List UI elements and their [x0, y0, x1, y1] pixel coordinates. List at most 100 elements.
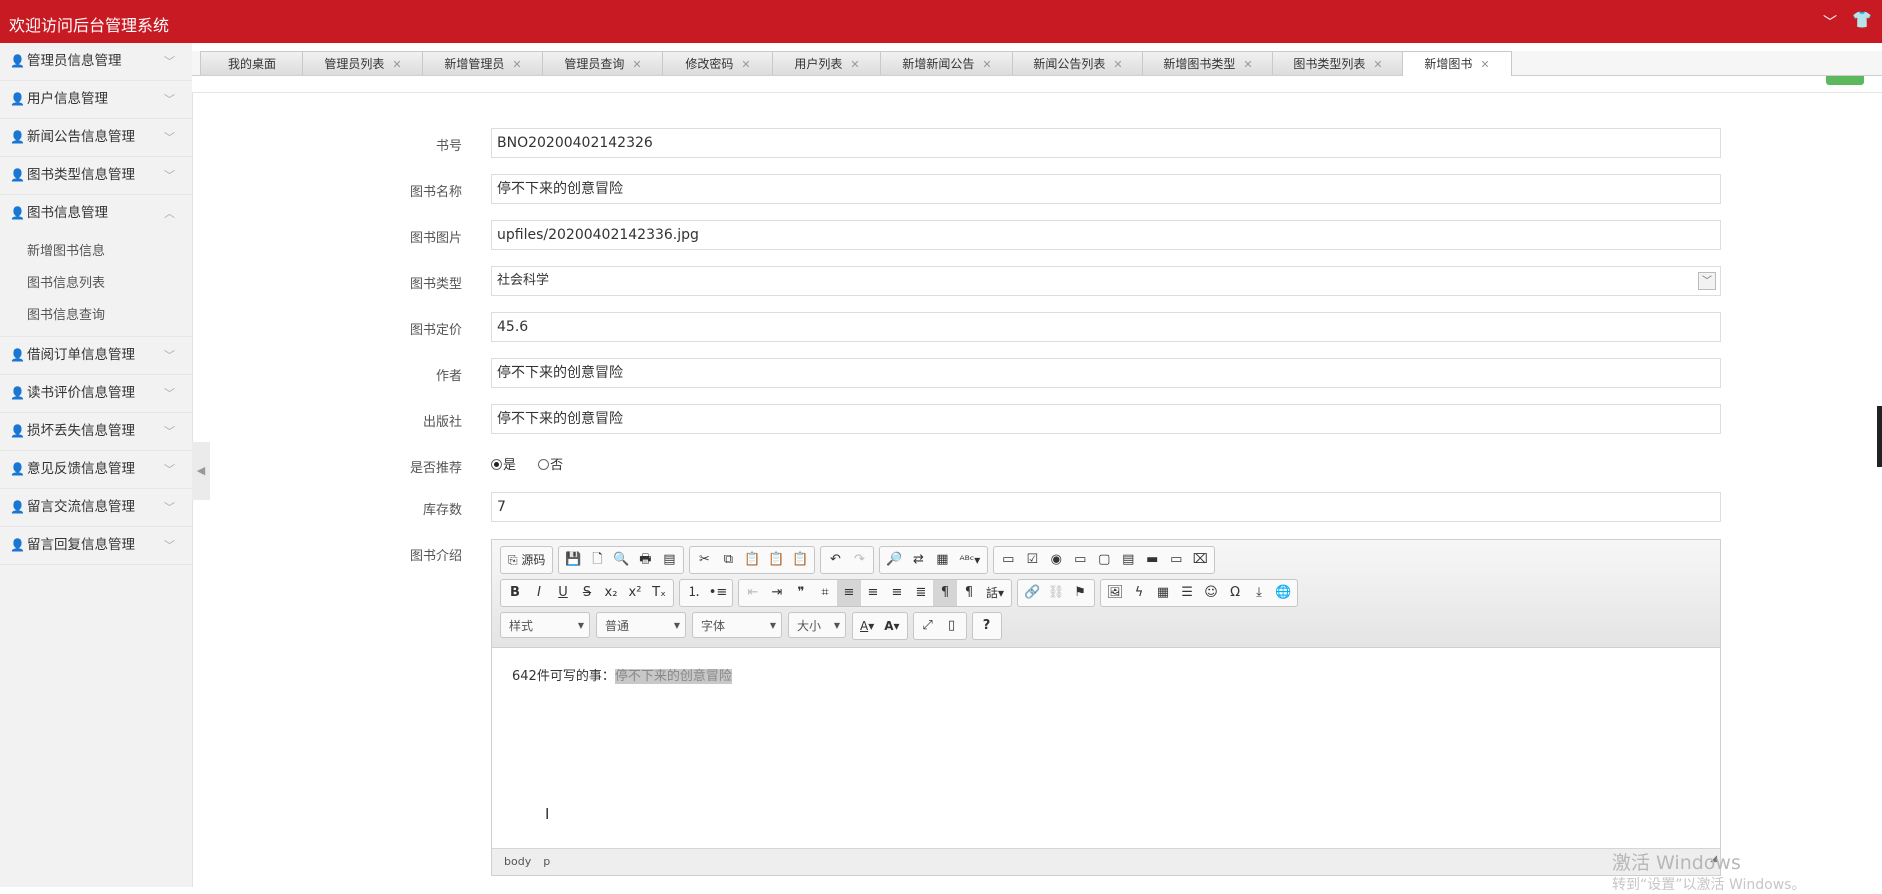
scrollbar-thumb[interactable]	[1877, 406, 1882, 467]
chevron-down-icon[interactable]: ﹀	[1823, 12, 1837, 32]
outdent-icon[interactable]: ⇤	[741, 580, 765, 606]
language-icon[interactable]: 話▾	[981, 580, 1009, 606]
sidebar-item-replies[interactable]: 👤 留言回复信息管理 ﹀	[0, 527, 192, 565]
tab-admin-list[interactable]: 管理员列表 ✕	[302, 51, 424, 75]
tab-user-list[interactable]: 用户列表 ✕	[772, 51, 882, 75]
button-field-icon[interactable]: ▬	[1140, 547, 1164, 573]
horizontal-rule-icon[interactable]: ☰	[1175, 580, 1199, 606]
theme-shirt-icon[interactable]: 👕	[1852, 10, 1872, 29]
sidebar-item-reviews[interactable]: 👤 读书评价信息管理 ﹀	[0, 375, 192, 413]
element-path-body[interactable]: body	[504, 855, 531, 868]
underline-icon[interactable]: U	[551, 580, 575, 606]
div-container-icon[interactable]: ⌗	[813, 580, 837, 606]
save-icon[interactable]: 💾	[561, 547, 585, 573]
show-blocks-icon[interactable]: ▯	[940, 613, 964, 639]
close-icon[interactable]: ✕	[392, 58, 401, 71]
sidebar-item-users[interactable]: 👤 用户信息管理 ﹀	[0, 81, 192, 119]
tab-add-news[interactable]: 新增新闻公告 ✕	[880, 51, 1014, 75]
background-color-icon[interactable]: A▾	[879, 613, 904, 639]
element-path-p[interactable]: p	[543, 855, 550, 868]
close-icon[interactable]: ✕	[1243, 58, 1252, 71]
image-icon[interactable]: 🖼	[1103, 580, 1127, 606]
paste-text-icon[interactable]: 📋	[764, 547, 788, 573]
close-icon[interactable]: ✕	[850, 58, 859, 71]
flash-icon[interactable]: ϟ	[1127, 580, 1151, 606]
select-field-icon[interactable]: ▤	[1116, 547, 1140, 573]
maximize-icon[interactable]: ⤢	[916, 613, 940, 639]
unlink-icon[interactable]: ⛓	[1044, 580, 1068, 606]
recommend-no-radio[interactable]: 否	[538, 454, 563, 473]
sidebar-item-books[interactable]: 👤 图书信息管理 ︿	[0, 195, 192, 232]
iframe-globe-icon[interactable]: 🌐	[1271, 580, 1295, 606]
align-right-icon[interactable]: ≡	[885, 580, 909, 606]
textarea-icon[interactable]: ▢	[1092, 547, 1116, 573]
italic-icon[interactable]: I	[527, 580, 551, 606]
special-char-icon[interactable]: Ω	[1223, 580, 1247, 606]
recommend-yes-radio[interactable]: 是	[491, 454, 516, 473]
image-button-icon[interactable]: ▭	[1164, 547, 1188, 573]
blockquote-icon[interactable]: ❞	[789, 580, 813, 606]
publisher-input[interactable]: 停不下来的创意冒险	[491, 404, 1721, 434]
align-left-icon[interactable]: ≡	[837, 580, 861, 606]
checkbox-icon[interactable]: ☑	[1020, 547, 1044, 573]
tab-desktop[interactable]: 我的桌面	[200, 51, 304, 75]
close-icon[interactable]: ✕	[1480, 58, 1489, 71]
link-icon[interactable]: 🔗	[1020, 580, 1044, 606]
hidden-field-icon[interactable]: ⌧	[1188, 547, 1212, 573]
new-page-icon[interactable]: 🗋	[585, 547, 609, 573]
book-type-select[interactable]: 社会科学 ﹀	[491, 266, 1721, 296]
sidebar-subitem-add-book[interactable]: 新增图书信息	[0, 236, 192, 268]
copy-icon[interactable]: ⧉	[716, 547, 740, 573]
subscript-icon[interactable]: x₂	[599, 580, 623, 606]
ltr-icon[interactable]: ¶	[933, 580, 957, 606]
bulleted-list-icon[interactable]: •≡	[706, 580, 730, 606]
tab-change-password[interactable]: 修改密码 ✕	[662, 51, 774, 75]
close-icon[interactable]: ✕	[741, 58, 750, 71]
close-icon[interactable]: ✕	[1113, 58, 1122, 71]
rtl-icon[interactable]: ¶	[957, 580, 981, 606]
paste-icon[interactable]: 📋	[740, 547, 764, 573]
table-icon[interactable]: ▦	[1151, 580, 1175, 606]
sidebar-item-feedback[interactable]: 👤 意见反馈信息管理 ﹀	[0, 451, 192, 489]
sidebar-item-damage-loss[interactable]: 👤 损坏丢失信息管理 ﹀	[0, 413, 192, 451]
replace-icon[interactable]: ⇄	[906, 547, 930, 573]
help-icon[interactable]: ?	[975, 613, 999, 639]
tab-add-book[interactable]: 新增图书 ✕	[1402, 51, 1512, 76]
undo-icon[interactable]: ↶	[823, 547, 847, 573]
tab-admin-query[interactable]: 管理员查询 ✕	[542, 51, 664, 75]
close-icon[interactable]: ✕	[512, 58, 521, 71]
page-break-icon[interactable]: ⤓	[1247, 580, 1271, 606]
cut-icon[interactable]: ✂	[692, 547, 716, 573]
editor-content-area[interactable]: 642件可写的事：停不下来的创意冒险	[492, 647, 1720, 847]
sidebar-subitem-book-list[interactable]: 图书信息列表	[0, 268, 192, 300]
print-icon[interactable]: 🖶	[633, 547, 657, 573]
close-icon[interactable]: ✕	[1373, 58, 1382, 71]
font-combo[interactable]: 字体 ▼	[692, 612, 782, 638]
price-input[interactable]: 45.6	[491, 312, 1721, 342]
style-combo[interactable]: 样式 ▼	[500, 612, 590, 638]
tab-add-book-type[interactable]: 新增图书类型 ✕	[1142, 51, 1274, 75]
author-input[interactable]: 停不下来的创意冒险	[491, 358, 1721, 388]
smiley-icon[interactable]: ☺	[1199, 580, 1223, 606]
tab-book-type-list[interactable]: 图书类型列表 ✕	[1272, 51, 1404, 75]
superscript-icon[interactable]: x²	[623, 580, 647, 606]
align-justify-icon[interactable]: ≣	[909, 580, 933, 606]
sidebar-item-book-types[interactable]: 👤 图书类型信息管理 ﹀	[0, 157, 192, 195]
source-button[interactable]: ⎘ 源码	[503, 547, 550, 573]
radio-icon[interactable]: ◉	[1044, 547, 1068, 573]
sidebar-item-admin[interactable]: 👤 管理员信息管理 ﹀	[0, 43, 192, 81]
size-combo[interactable]: 大小 ▼	[788, 612, 846, 638]
paste-word-icon[interactable]: 📋	[788, 547, 812, 573]
remove-format-icon[interactable]: Tₓ	[647, 580, 671, 606]
find-icon[interactable]: 🔎	[882, 547, 906, 573]
format-combo[interactable]: 普通 ▼	[596, 612, 686, 638]
text-color-icon[interactable]: A▾	[855, 613, 879, 639]
sidebar-item-messages[interactable]: 👤 留言交流信息管理 ﹀	[0, 489, 192, 527]
bold-icon[interactable]: B	[503, 580, 527, 606]
spellcheck-icon[interactable]: ᴬᴮᶜ▾	[954, 547, 985, 573]
chevron-down-icon[interactable]: ﹀	[1698, 272, 1716, 290]
stock-input[interactable]: 7	[491, 492, 1721, 522]
tab-add-admin[interactable]: 新增管理员 ✕	[422, 51, 544, 75]
tab-news-list[interactable]: 新闻公告列表 ✕	[1012, 51, 1144, 75]
redo-icon[interactable]: ↷	[847, 547, 871, 573]
